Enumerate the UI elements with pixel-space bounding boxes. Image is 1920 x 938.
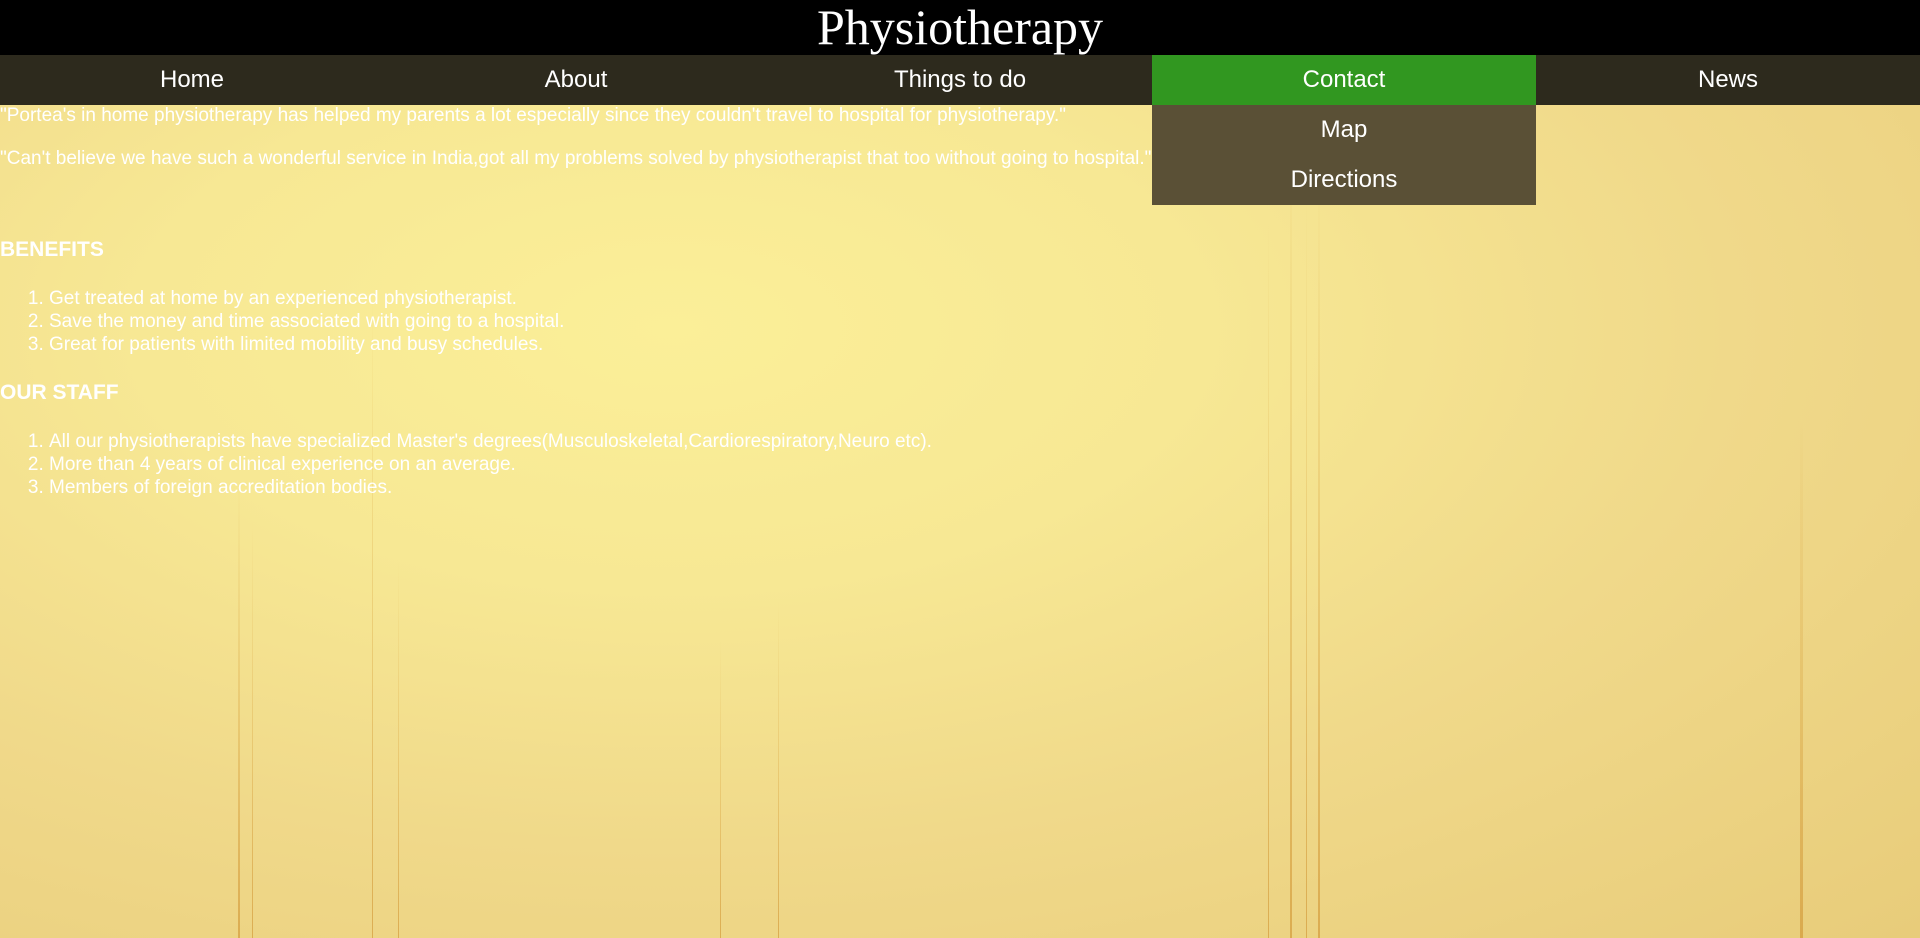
- testimonial-quote: "Can't believe we have such a wonderful …: [0, 148, 1152, 169]
- nav-contact[interactable]: Contact: [1152, 55, 1536, 105]
- benefits-heading: BENEFITS: [0, 238, 104, 261]
- site-header: Physiotherapy: [0, 0, 1920, 55]
- nav-things-to-do[interactable]: Things to do: [768, 55, 1152, 105]
- dropdown-item-map[interactable]: Map: [1152, 105, 1536, 155]
- testimonial-quote: "Portea's in home physiotherapy has help…: [0, 105, 1066, 126]
- list-item: Get treated at home by an experienced ph…: [49, 287, 564, 310]
- main-navbar: Home About Things to do Contact News: [0, 55, 1920, 105]
- list-item: All our physiotherapists have specialize…: [49, 430, 932, 453]
- benefits-list: Get treated at home by an experienced ph…: [0, 287, 564, 356]
- nav-news[interactable]: News: [1536, 55, 1920, 105]
- contact-dropdown-menu: Map Directions: [1152, 105, 1536, 205]
- list-item: Great for patients with limited mobility…: [49, 333, 564, 356]
- site-title: Physiotherapy: [816, 0, 1104, 55]
- list-item: Members of foreign accreditation bodies.: [49, 476, 932, 499]
- list-item: Save the money and time associated with …: [49, 310, 564, 333]
- list-item: More than 4 years of clinical experience…: [49, 453, 932, 476]
- dropdown-item-directions[interactable]: Directions: [1152, 155, 1536, 205]
- nav-about[interactable]: About: [384, 55, 768, 105]
- staff-heading: OUR STAFF: [0, 381, 119, 404]
- nav-home[interactable]: Home: [0, 55, 384, 105]
- staff-list: All our physiotherapists have specialize…: [0, 430, 932, 499]
